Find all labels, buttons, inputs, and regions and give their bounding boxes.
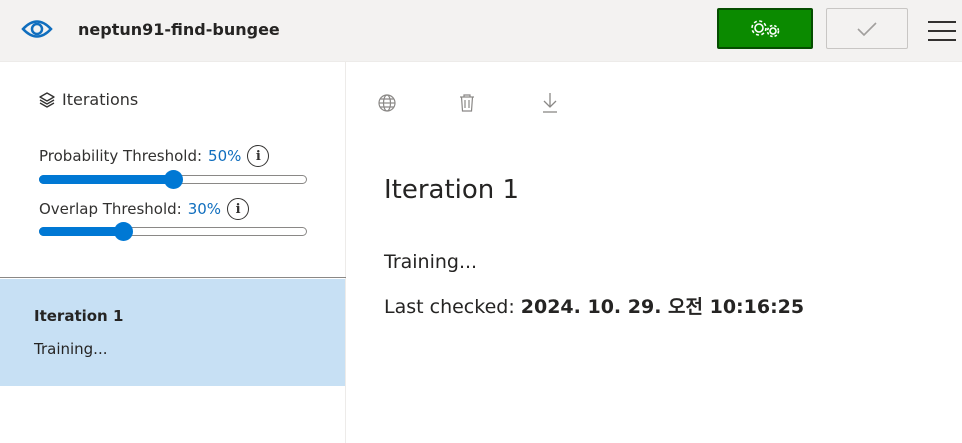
slider-thumb[interactable] [113,222,133,241]
gears-icon [751,19,780,37]
iteration-title: Iteration 1 [384,175,520,205]
hamburger-icon[interactable] [926,18,958,44]
info-icon[interactable]: i [227,198,250,220]
download-icon[interactable] [538,90,562,116]
last-checked: Last checked: 2024. 10. 29. 오전 10:16:25 [384,292,804,319]
last-checked-label: Last checked: [384,296,515,318]
last-checked-value: 2024. 10. 29. 오전 10:16:25 [520,296,805,318]
slider-fill [39,175,173,184]
divider [0,277,346,278]
main-panel: Iteration 1 Training... Last checked: 20… [347,62,962,443]
training-status: Training... [384,251,478,273]
layers-icon [39,91,55,108]
iteration-item-name: Iteration 1 [34,307,124,325]
trash-icon[interactable] [455,90,479,116]
iterations-heading: Iterations [38,90,138,109]
probability-threshold-slider[interactable] [39,169,307,189]
checkmark-icon [857,21,877,36]
top-bar: neptun91-find-bungee [0,0,962,62]
overlap-threshold-text: Overlap Threshold: [39,200,182,218]
slider-thumb[interactable] [163,170,183,189]
probability-threshold-text: Probability Threshold: [39,147,203,165]
overlap-threshold-value: 30% [187,200,222,218]
info-icon[interactable]: i [247,145,270,167]
project-title: neptun91-find-bungee [78,20,280,39]
probability-threshold-label: Probability Threshold: 50% i [39,145,270,167]
probability-threshold-value: 50% [208,147,242,165]
sidebar: Iterations Probability Threshold: 50% i … [0,62,346,443]
train-button[interactable] [717,8,813,49]
iteration-item-status: Training... [34,340,108,358]
overlap-threshold-label: Overlap Threshold: 30% i [39,198,250,220]
iterations-label: Iterations [62,90,139,109]
globe-icon[interactable] [375,90,399,116]
quick-test-button[interactable] [826,8,908,49]
eye-icon[interactable] [18,12,56,46]
slider-fill [39,227,124,236]
overlap-threshold-slider[interactable] [39,221,307,241]
iteration-list-item[interactable]: Iteration 1 Training... [0,279,345,386]
